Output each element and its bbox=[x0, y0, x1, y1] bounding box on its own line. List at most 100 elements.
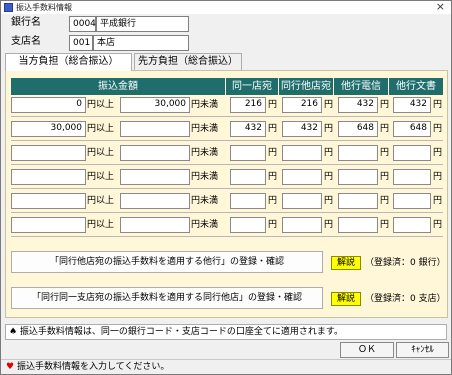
amount-to-input[interactable] bbox=[120, 145, 190, 161]
unit-yen-label: 円 bbox=[433, 172, 443, 182]
row-divider bbox=[11, 188, 443, 189]
unit-yen-label: 円 bbox=[268, 220, 278, 230]
branch-label: 支店名 bbox=[11, 36, 41, 47]
fee-input[interactable] bbox=[338, 145, 378, 161]
header-amount: 振込金額 bbox=[11, 78, 226, 95]
bank-code-field[interactable]: 0004 bbox=[69, 16, 96, 32]
fee-input[interactable]: 432 bbox=[230, 121, 266, 137]
heart-icon: ♥ bbox=[6, 362, 15, 372]
unit-yen-label: 円 bbox=[268, 124, 278, 134]
unit-from-label: 円以上 bbox=[87, 172, 115, 182]
fee-input[interactable] bbox=[282, 145, 322, 161]
fee-input[interactable]: 432 bbox=[393, 97, 431, 113]
header-other-bank-wire: 他行電信 bbox=[334, 78, 389, 95]
tab-our-burden[interactable]: 当方負担（総合振込） bbox=[5, 53, 132, 71]
fee-input[interactable]: 648 bbox=[393, 121, 431, 137]
fee-input[interactable] bbox=[338, 193, 378, 209]
unit-yen-label: 円 bbox=[380, 172, 390, 182]
unit-to-label: 円未満 bbox=[191, 148, 219, 158]
fee-input[interactable] bbox=[282, 193, 322, 209]
amount-from-input[interactable] bbox=[11, 145, 86, 161]
row-divider bbox=[11, 140, 443, 141]
close-icon[interactable]: × bbox=[436, 0, 445, 13]
fee-input[interactable]: 648 bbox=[338, 121, 378, 137]
unit-yen-label: 円 bbox=[433, 196, 443, 206]
unit-from-label: 円以上 bbox=[87, 100, 115, 110]
branch-name-field[interactable]: 本店 bbox=[93, 35, 189, 51]
fee-table-panel: 振込金額 同一店宛 同行他店宛 他行電信 他行文書 0 円以上 30,000 円未満 2… bbox=[5, 70, 448, 318]
unit-from-label: 円以上 bbox=[87, 124, 115, 134]
other-bank-register-button[interactable]: 「同行他店宛の振込手数料を適用する他行」の登録・確認 bbox=[11, 251, 323, 273]
unit-yen-label: 円 bbox=[268, 196, 278, 206]
unit-yen-label: 円 bbox=[433, 220, 443, 230]
fee-input[interactable]: 216 bbox=[282, 97, 322, 113]
row-divider bbox=[11, 116, 443, 117]
app-icon bbox=[4, 3, 13, 12]
row-divider bbox=[11, 212, 443, 213]
fee-input[interactable] bbox=[338, 169, 378, 185]
unit-yen-label: 円 bbox=[433, 148, 443, 158]
unit-yen-label: 円 bbox=[324, 196, 334, 206]
fee-input[interactable] bbox=[282, 169, 322, 185]
bank-name-field[interactable]: 平成銀行 bbox=[96, 16, 189, 32]
amount-from-input[interactable] bbox=[11, 193, 86, 209]
amount-from-input[interactable] bbox=[11, 217, 86, 233]
fee-input[interactable] bbox=[393, 169, 431, 185]
unit-yen-label: 円 bbox=[380, 220, 390, 230]
fee-input[interactable] bbox=[338, 217, 378, 233]
status-text: 振込手数料情報を入力してください。 bbox=[16, 362, 170, 372]
window-title: 振込手数料情報 bbox=[16, 3, 72, 12]
unit-to-label: 円未満 bbox=[191, 220, 219, 230]
fee-input[interactable]: 216 bbox=[230, 97, 266, 113]
fee-input[interactable] bbox=[393, 217, 431, 233]
fee-input[interactable] bbox=[230, 217, 266, 233]
unit-yen-label: 円 bbox=[324, 124, 334, 134]
amount-to-input[interactable] bbox=[120, 217, 190, 233]
ok-button[interactable]: ＯＫ bbox=[340, 342, 394, 358]
unit-yen-label: 円 bbox=[324, 100, 334, 110]
unit-yen-label: 円 bbox=[380, 148, 390, 158]
unit-from-label: 円以上 bbox=[87, 196, 115, 206]
unit-from-label: 円以上 bbox=[87, 220, 115, 230]
amount-from-input[interactable]: 30,000 bbox=[11, 121, 86, 137]
branch-code-field[interactable]: 001 bbox=[69, 35, 93, 51]
unit-yen-label: 円 bbox=[324, 148, 334, 158]
amount-to-input[interactable] bbox=[120, 193, 190, 209]
unit-yen-label: 円 bbox=[433, 124, 443, 134]
amount-to-input[interactable] bbox=[120, 169, 190, 185]
bank-label: 銀行名 bbox=[11, 17, 41, 28]
amount-to-input[interactable] bbox=[120, 121, 190, 137]
help-button-other-bank[interactable]: 解説 bbox=[331, 256, 361, 270]
help-button-same-bank[interactable]: 解説 bbox=[331, 292, 361, 306]
amount-from-input[interactable] bbox=[11, 169, 86, 185]
fee-input[interactable] bbox=[230, 193, 266, 209]
unit-yen-label: 円 bbox=[433, 100, 443, 110]
unit-to-label: 円未満 bbox=[191, 196, 219, 206]
unit-to-label: 円未満 bbox=[191, 124, 219, 134]
fee-input[interactable]: 432 bbox=[282, 121, 322, 137]
unit-yen-label: 円 bbox=[268, 172, 278, 182]
fee-input[interactable]: 432 bbox=[338, 97, 378, 113]
same-bank-register-button[interactable]: 「同行同一支店宛の振込手数料を適用する同行他店」の登録・確認 bbox=[11, 287, 323, 309]
header-other-bank-doc: 他行文書 bbox=[389, 78, 443, 95]
amount-from-input[interactable]: 0 bbox=[11, 97, 86, 113]
fee-input[interactable] bbox=[230, 145, 266, 161]
unit-to-label: 円未満 bbox=[191, 172, 219, 182]
fee-input[interactable] bbox=[282, 217, 322, 233]
header-same-bank-other-branch: 同行他店宛 bbox=[279, 78, 334, 95]
cancel-button[interactable]: ｷｬﾝｾﾙ bbox=[396, 342, 449, 358]
fee-input[interactable] bbox=[393, 145, 431, 161]
registered-branches-count: （登録済：0 支店） bbox=[365, 294, 446, 304]
amount-to-input[interactable]: 30,000 bbox=[120, 97, 190, 113]
unit-yen-label: 円 bbox=[380, 124, 390, 134]
unit-yen-label: 円 bbox=[324, 220, 334, 230]
fee-input[interactable] bbox=[230, 169, 266, 185]
info-note: ♠ 振込手数料情報は、同一の銀行コード・支店コードの口座全てに適用されます。 bbox=[5, 324, 447, 340]
fee-input[interactable] bbox=[393, 193, 431, 209]
unit-yen-label: 円 bbox=[380, 100, 390, 110]
registered-banks-count: （登録済：0 銀行） bbox=[365, 258, 446, 268]
unit-yen-label: 円 bbox=[380, 196, 390, 206]
dialog-window: 振込手数料情報 × 銀行名 0004 平成銀行 支店名 001 本店 当方負担（… bbox=[0, 0, 452, 375]
tab-payee-burden[interactable]: 先方負担（総合振込） bbox=[134, 53, 242, 70]
row-divider bbox=[11, 164, 443, 165]
